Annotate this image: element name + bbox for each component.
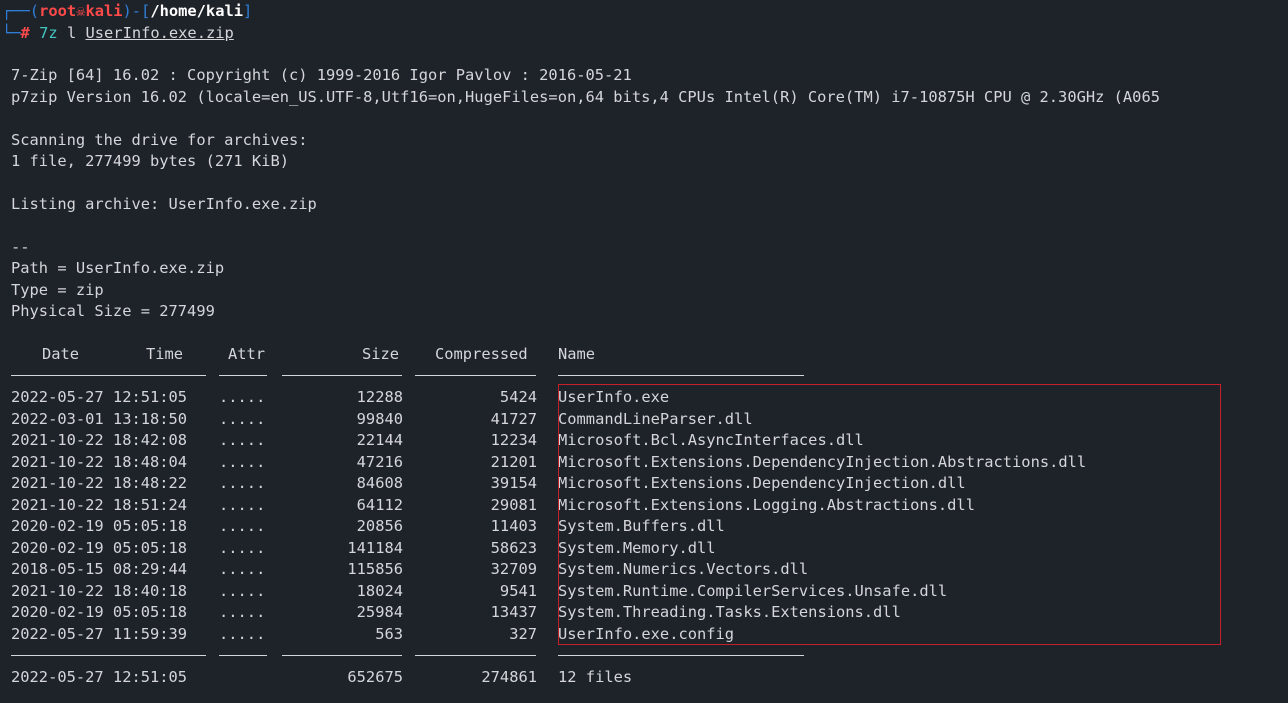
prompt-frame-mid: )-[	[122, 2, 151, 20]
row-compressed: 11403	[490, 517, 537, 535]
prompt-user: root	[39, 2, 77, 20]
footer-file-count: 12 files	[558, 668, 633, 686]
rule-attr-bottom	[219, 655, 267, 656]
row-size: 115856	[347, 560, 403, 578]
output-line-p7zip: p7zip Version 16.02 (locale=en_US.UTF-8,…	[11, 88, 1160, 106]
row-attr: .....	[219, 517, 266, 535]
row-attr: .....	[219, 453, 266, 471]
row-datetime: 2022-03-01 13:18:50	[11, 410, 188, 428]
rule-attr-top	[219, 375, 267, 376]
row-attr: .....	[219, 474, 266, 492]
prompt-frame-end: ]	[243, 2, 253, 20]
row-attr: .....	[219, 539, 266, 557]
row-attr: .....	[219, 625, 266, 643]
row-compressed: 13437	[490, 603, 537, 621]
row-compressed: 9541	[499, 582, 537, 600]
header-size: Size	[362, 345, 400, 363]
header-date: Date	[42, 345, 80, 363]
header-name: Name	[558, 345, 596, 363]
footer-size: 652675	[347, 668, 403, 686]
rule-name-bottom	[558, 655, 804, 656]
row-compressed: 32709	[490, 560, 537, 578]
output-line-listing: Listing archive: UserInfo.exe.zip	[11, 195, 317, 213]
row-attr: .....	[219, 410, 266, 428]
row-compressed: 41727	[490, 410, 537, 428]
row-attr: .....	[219, 388, 266, 406]
prompt-frame-top: ┌──(	[2, 2, 40, 20]
row-attr: .....	[219, 496, 266, 514]
prompt-cwd: /home/kali	[150, 2, 243, 20]
output-line-filecount: 1 file, 277499 bytes (271 KiB)	[11, 152, 289, 170]
output-line-separator: --	[11, 238, 30, 256]
row-size: 99840	[356, 410, 403, 428]
command-name: 7z	[39, 24, 58, 42]
row-datetime: 2018-05-15 08:29:44	[11, 560, 188, 578]
output-line-scanning: Scanning the drive for archives:	[11, 131, 308, 149]
row-datetime: 2022-05-27 11:59:39	[11, 625, 188, 643]
row-attr: .....	[219, 582, 266, 600]
rule-datetime-bottom	[11, 655, 206, 656]
row-attr: .....	[219, 431, 266, 449]
row-datetime: 2021-10-22 18:48:22	[11, 474, 188, 492]
rule-compressed-bottom	[415, 655, 536, 656]
row-compressed: 21201	[490, 453, 537, 471]
row-datetime: 2021-10-22 18:42:08	[11, 431, 188, 449]
header-time: Time	[146, 345, 184, 363]
row-datetime: 2021-10-22 18:40:18	[11, 582, 188, 600]
row-compressed: 327	[509, 625, 537, 643]
command-file-arg: UserInfo.exe.zip	[85, 24, 234, 42]
row-size: 563	[375, 625, 403, 643]
rule-datetime-top	[11, 375, 206, 376]
row-datetime: 2020-02-19 05:05:18	[11, 539, 188, 557]
rule-compressed-top	[415, 375, 536, 376]
row-size: 12288	[356, 388, 403, 406]
prompt-host: kali	[85, 2, 123, 20]
row-compressed: 58623	[490, 539, 537, 557]
row-size: 25984	[356, 603, 403, 621]
row-datetime: 2020-02-19 05:05:18	[11, 603, 188, 621]
row-compressed: 29081	[490, 496, 537, 514]
rule-size-top	[282, 375, 402, 376]
rule-name-top	[558, 375, 804, 376]
row-size: 141184	[347, 539, 403, 557]
row-datetime: 2022-05-27 12:51:05	[11, 388, 188, 406]
row-datetime: 2020-02-19 05:05:18	[11, 517, 188, 535]
output-line-type: Type = zip	[11, 281, 104, 299]
footer-datetime: 2022-05-27 12:51:05	[11, 668, 188, 686]
row-compressed: 5424	[499, 388, 537, 406]
row-size: 20856	[356, 517, 403, 535]
row-size: 84608	[356, 474, 403, 492]
command-flag: l	[66, 24, 77, 42]
terminal-window[interactable]: ┌──(root☠kali)-[/home/kali] └─# 7z l Use…	[0, 0, 1288, 703]
output-line-physsize: Physical Size = 277499	[11, 302, 215, 320]
prompt-frame-bottom: └─	[2, 24, 21, 42]
row-size: 64112	[356, 496, 403, 514]
row-attr: .....	[219, 603, 266, 621]
prompt-line: ┌──(root☠kali)-[/home/kali]	[2, 1, 252, 21]
header-attr: Attr	[228, 345, 266, 363]
row-attr: .....	[219, 560, 266, 578]
output-line-version: 7-Zip [64] 16.02 : Copyright (c) 1999-20…	[11, 66, 632, 84]
row-compressed: 12234	[490, 431, 537, 449]
command-line[interactable]: └─# 7z l UserInfo.exe.zip	[2, 23, 234, 43]
header-compressed: Compressed	[435, 345, 528, 363]
output-line-path: Path = UserInfo.exe.zip	[11, 259, 225, 277]
row-size: 47216	[356, 453, 403, 471]
highlight-box	[558, 384, 1221, 645]
prompt-hash: #	[20, 24, 30, 42]
row-datetime: 2021-10-22 18:48:04	[11, 453, 188, 471]
row-datetime: 2021-10-22 18:51:24	[11, 496, 188, 514]
row-size: 18024	[356, 582, 403, 600]
row-size: 22144	[356, 431, 403, 449]
rule-size-bottom	[282, 655, 402, 656]
footer-compressed: 274861	[481, 668, 537, 686]
row-compressed: 39154	[490, 474, 537, 492]
